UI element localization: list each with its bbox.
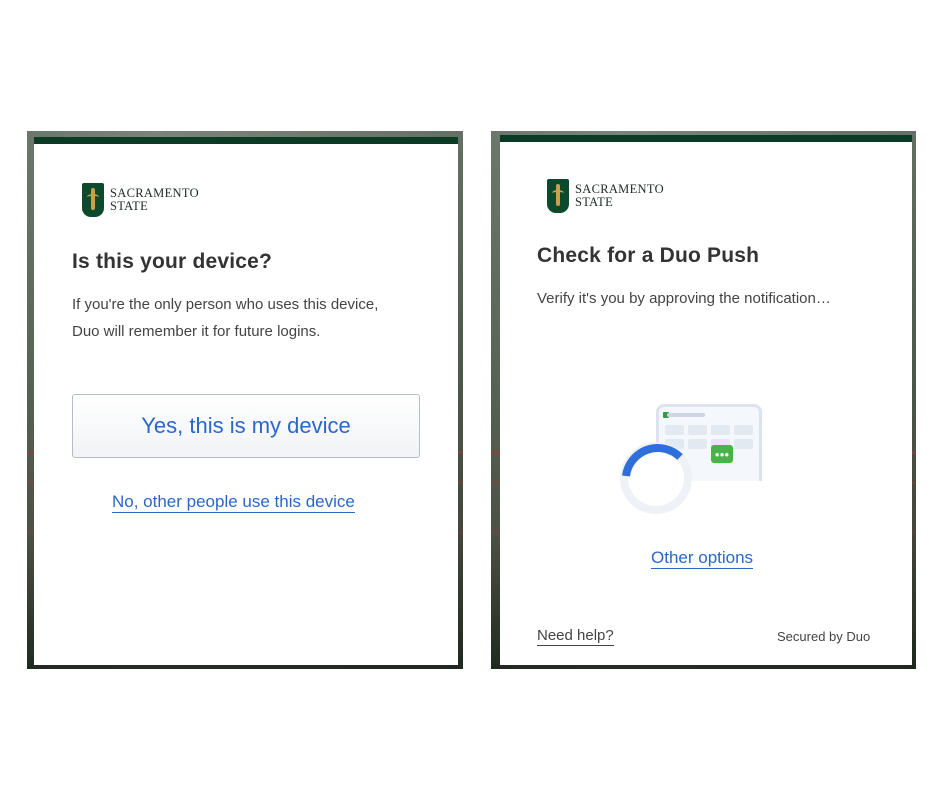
secured-by-duo: Secured by Duo [777,629,871,644]
other-options-link[interactable]: Other options [651,548,754,569]
description: If you're the only person who uses this … [72,291,378,345]
page-title: Is this your device? [72,250,273,273]
duo-app-icon: ●●● [711,445,733,463]
device-trust-card: SACRAMENTO STATE Is this your device? If… [34,137,458,665]
duo-push-card: SACRAMENTO STATE Check for a Duo Push Ve… [500,135,912,665]
description: Verify it's you by approving the notific… [537,290,831,307]
description-line1: If you're the only person who uses this … [72,296,379,313]
page-title: Check for a Duo Push [537,244,760,267]
description-line2: Duo will remember it for future logins. [72,323,321,340]
logo-line2: STATE [110,199,148,213]
logo-icon [547,179,569,213]
loading-spinner-icon [620,442,692,514]
need-help-link[interactable]: Need help? [537,627,614,646]
right-panel: SACRAMENTO STATE Check for a Duo Push Ve… [491,131,916,669]
trust-device-button[interactable]: Yes, this is my device [72,394,420,458]
dont-trust-device-link[interactable]: No, other people use this device [112,492,355,513]
logo-line2: STATE [575,195,613,209]
left-panel: SACRAMENTO STATE Is this your device? If… [27,131,463,669]
logo-icon [82,183,104,217]
push-illustration: ●●● [618,404,762,519]
sacramento-state-logo: SACRAMENTO STATE [547,179,664,213]
sacramento-state-logo: SACRAMENTO STATE [82,183,199,217]
